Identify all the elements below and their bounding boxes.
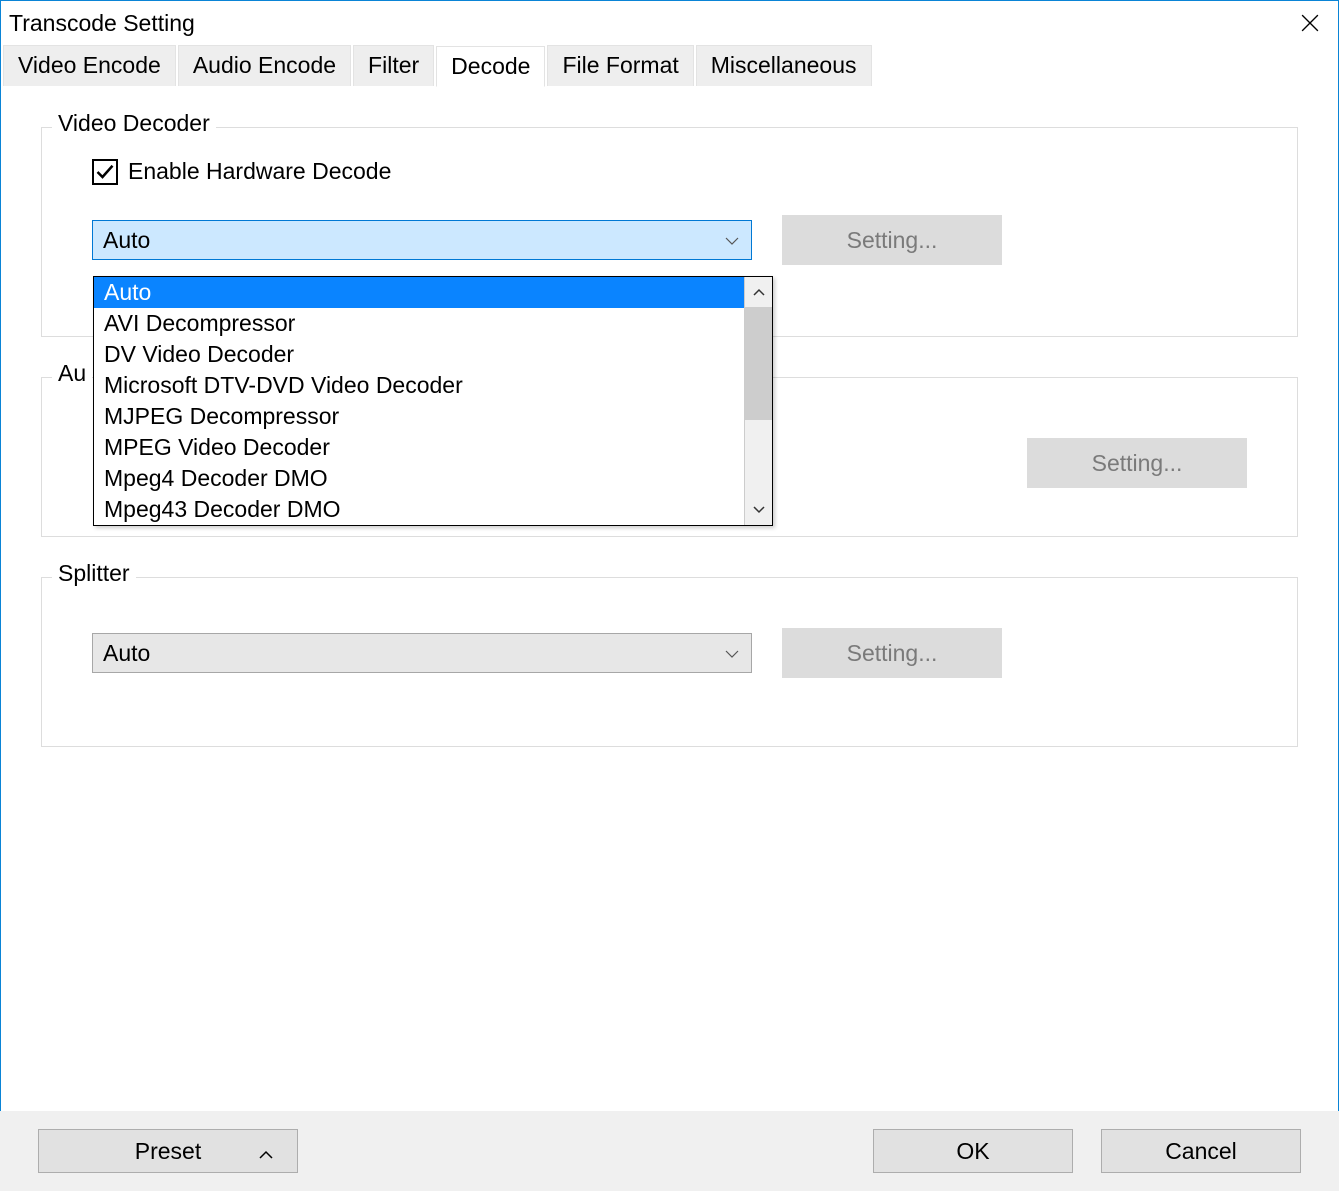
tab-decode[interactable]: Decode	[436, 46, 545, 87]
dropdown-option[interactable]: Microsoft DTV-DVD Video Decoder	[94, 370, 744, 401]
tab-video-encode[interactable]: Video Encode	[3, 45, 176, 86]
dropdown-option[interactable]: Auto	[94, 277, 744, 308]
content-area: Video Decoder Enable Hardware Decode Aut…	[1, 87, 1338, 747]
dropdown-option[interactable]: Mpeg43 Decoder DMO	[94, 494, 744, 525]
scroll-track[interactable]	[745, 307, 772, 495]
footer: Preset OK Cancel	[0, 1111, 1339, 1191]
preset-button[interactable]: Preset	[38, 1129, 298, 1173]
window-title: Transcode Setting	[9, 10, 195, 37]
titlebar: Transcode Setting	[1, 1, 1338, 45]
enable-hw-decode-row: Enable Hardware Decode	[92, 158, 1267, 185]
dropdown-option[interactable]: MJPEG Decompressor	[94, 401, 744, 432]
chevron-down-icon	[753, 506, 765, 514]
video-decoder-combo-value: Auto	[103, 227, 150, 254]
dropdown-items: Auto AVI Decompressor DV Video Decoder M…	[94, 277, 744, 525]
splitter-group-label: Splitter	[52, 560, 136, 587]
tab-audio-encode[interactable]: Audio Encode	[178, 45, 351, 86]
video-decoder-dropdown: Auto AVI Decompressor DV Video Decoder M…	[93, 276, 773, 526]
cancel-button[interactable]: Cancel	[1101, 1129, 1301, 1173]
dropdown-scrollbar[interactable]	[744, 277, 772, 525]
dropdown-option[interactable]: Mpeg4 Decoder DMO	[94, 463, 744, 494]
video-decoder-setting-button[interactable]: Setting...	[782, 215, 1002, 265]
video-decoder-combo[interactable]: Auto	[92, 220, 752, 260]
dropdown-option[interactable]: AVI Decompressor	[94, 308, 744, 339]
chevron-up-icon	[753, 288, 765, 296]
dropdown-option[interactable]: DV Video Decoder	[94, 339, 744, 370]
check-icon	[95, 162, 115, 182]
scroll-thumb[interactable]	[745, 307, 772, 420]
tab-filter[interactable]: Filter	[353, 45, 434, 86]
splitter-group: Splitter Auto Setting...	[41, 577, 1298, 747]
video-decoder-group-label: Video Decoder	[52, 110, 216, 137]
splitter-combo[interactable]: Auto	[92, 633, 752, 673]
chevron-up-icon	[259, 1138, 273, 1165]
close-icon	[1301, 14, 1319, 32]
ok-button[interactable]: OK	[873, 1129, 1073, 1173]
splitter-combo-value: Auto	[103, 640, 150, 667]
footer-right: OK Cancel	[873, 1129, 1301, 1173]
scroll-up-button[interactable]	[745, 277, 772, 307]
tab-bar: Video Encode Audio Encode Filter Decode …	[1, 45, 1338, 87]
scroll-down-button[interactable]	[745, 495, 772, 525]
chevron-down-icon	[725, 645, 739, 661]
chevron-down-icon	[725, 232, 739, 248]
splitter-row: Auto Setting...	[92, 628, 1267, 678]
footer-left: Preset	[38, 1129, 298, 1173]
close-button[interactable]	[1282, 1, 1338, 45]
tab-miscellaneous[interactable]: Miscellaneous	[696, 45, 872, 86]
dropdown-option[interactable]: MPEG Video Decoder	[94, 432, 744, 463]
tab-file-format[interactable]: File Format	[547, 45, 693, 86]
audio-decoder-group-label: Au	[52, 360, 92, 387]
video-decoder-group: Video Decoder Enable Hardware Decode Aut…	[41, 127, 1298, 337]
video-decoder-row: Auto Setting...	[92, 215, 1267, 265]
preset-button-label: Preset	[135, 1138, 201, 1165]
enable-hw-decode-label: Enable Hardware Decode	[128, 158, 391, 185]
enable-hw-decode-checkbox[interactable]	[92, 159, 118, 185]
splitter-setting-button[interactable]: Setting...	[782, 628, 1002, 678]
audio-decoder-setting-button[interactable]: Setting...	[1027, 438, 1247, 488]
